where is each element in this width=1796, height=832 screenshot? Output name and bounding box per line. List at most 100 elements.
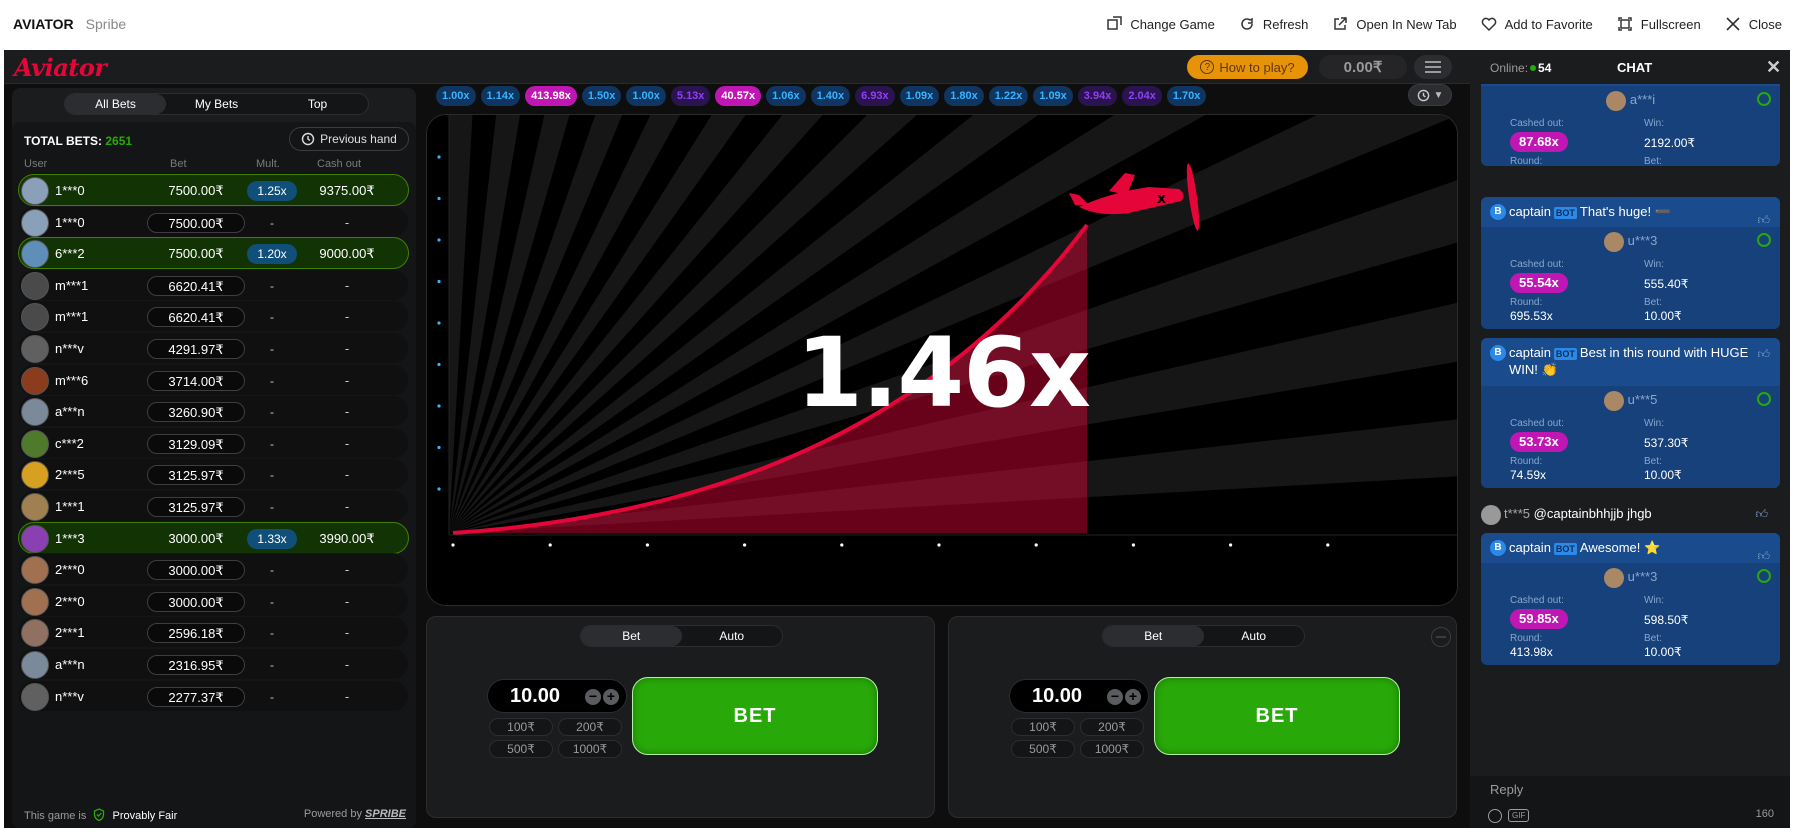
history-chip[interactable]: 6.93x — [855, 86, 895, 106]
bet-row: m***1 6620.41₹ - - — [18, 300, 409, 333]
action-open-in-new-tab[interactable]: Open In New Tab — [1332, 16, 1457, 32]
history-chip[interactable]: 1.09x — [899, 86, 940, 106]
svg-text:x: x — [1157, 191, 1166, 207]
history-chip[interactable]: 40.57x — [715, 86, 762, 106]
external-link-icon — [1334, 17, 1348, 30]
history-chip[interactable]: 2.04x — [1122, 86, 1162, 106]
quick-amount-200[interactable]: 200₹ — [558, 718, 622, 736]
col-user: User — [24, 158, 48, 170]
history-chip[interactable]: 5.13x — [670, 86, 711, 106]
tab-all-bets[interactable]: All Bets — [65, 94, 166, 114]
action-close[interactable]: Close — [1725, 16, 1782, 32]
bet-button[interactable]: BET — [632, 677, 878, 755]
win-user: u***3 — [1481, 227, 1780, 255]
history-chip[interactable]: 1.40x — [810, 86, 851, 106]
reply-input[interactable]: Reply — [1490, 782, 1523, 797]
bet-user: 1***0 — [55, 183, 85, 198]
history-chip[interactable]: 1.80x — [944, 86, 984, 106]
bet-amount: 3714.00₹ — [147, 370, 245, 391]
previous-hand-label: Previous hand — [320, 132, 397, 146]
win-user-name: a***i — [1629, 92, 1656, 107]
win-user-name: u***3 — [1627, 569, 1658, 584]
decrease-button[interactable]: − — [585, 689, 601, 705]
history-chip[interactable]: 1.14x — [480, 86, 521, 106]
action-fullscreen[interactable]: Fullscreen — [1617, 16, 1701, 32]
close-chat-icon[interactable]: ✕ — [1766, 57, 1781, 78]
quick-amount-100[interactable]: 100₹ — [489, 718, 553, 736]
bet-cashout: - — [344, 562, 350, 578]
increase-button[interactable]: + — [1125, 689, 1141, 705]
action-label: Open In New Tab — [1356, 16, 1457, 32]
bets-list: TOTAL BETS: 2651 Previous hand User Bet … — [12, 122, 416, 828]
history-chip[interactable]: 1.09x — [1033, 86, 1073, 106]
bet-row: n***v 4291.97₹ - - — [18, 332, 409, 364]
question-icon: ? — [1200, 60, 1215, 74]
bet-cashout: - — [344, 214, 350, 230]
tab-my-bets[interactable]: My Bets — [166, 94, 267, 114]
like-icon[interactable]: 👍︎ — [1757, 346, 1770, 363]
avatar — [21, 208, 49, 237]
chat-message-header: Bcaptain BOT Awesome! ⭐ 👍︎ — [1481, 533, 1780, 563]
history-chip[interactable]: 3.94x — [1077, 86, 1118, 106]
history-chip[interactable]: 1.06x — [766, 86, 806, 106]
history-chip[interactable]: 413.98x — [525, 86, 577, 106]
bet-row: 1***3 3000.00₹ 1.33x 3990.00₹ — [18, 521, 409, 554]
previous-hand-button[interactable]: Previous hand — [289, 127, 409, 151]
tab-auto[interactable]: Auto — [1204, 626, 1305, 646]
bet-cashout: - — [344, 404, 350, 420]
chat-user: t***5 — [1504, 506, 1531, 521]
action-refresh[interactable]: Refresh — [1239, 16, 1308, 32]
powered-by-label: Powered by — [303, 808, 362, 820]
quick-amount-100[interactable]: 100₹ — [1011, 718, 1075, 736]
provably-fair-link[interactable]: Provably Fair — [112, 810, 177, 822]
quick-amount-500[interactable]: 500₹ — [1011, 740, 1075, 758]
tab-top[interactable]: Top — [267, 94, 368, 114]
history-chip[interactable]: 1.50x — [581, 86, 622, 106]
tab-bet[interactable]: Bet — [581, 626, 682, 646]
menu-button[interactable] — [1414, 55, 1452, 79]
action-add-to-favorite[interactable]: Add to Favorite — [1481, 16, 1593, 32]
tab-bet[interactable]: Bet — [1103, 626, 1204, 646]
bet-amount-input[interactable]: 10.00 − + — [1009, 679, 1149, 713]
gif-button[interactable]: GIF — [1508, 809, 1530, 822]
avatar — [1481, 504, 1501, 525]
bet-row: 1***0 7500.00₹ 1.25x 9375.00₹ — [18, 174, 409, 206]
bet-amount-input[interactable]: 10.00 − + — [487, 679, 627, 713]
bet-user: n***v — [55, 341, 84, 356]
how-to-play-label: How to play? — [1219, 59, 1295, 75]
bet-user: m***1 — [55, 277, 89, 293]
history-chip[interactable]: 1.22x — [988, 86, 1029, 106]
win-value: 2192.00₹ — [1644, 136, 1696, 150]
bet-value: 10.00₹ — [1644, 468, 1682, 482]
emoji-icon[interactable] — [1488, 809, 1502, 823]
history-chip[interactable]: 1.00x — [626, 86, 666, 106]
quick-amount-1000[interactable]: 1000₹ — [558, 740, 622, 758]
chat-message-header: Bcaptain BOT Best in this round with HUGE … — [1481, 338, 1780, 386]
bet-amount: 2316.95₹ — [147, 655, 245, 675]
history-chip[interactable]: 1.00x — [436, 86, 476, 106]
bet-user: 2***1 — [55, 625, 85, 641]
remove-panel-button[interactable] — [1431, 627, 1451, 647]
history-chip[interactable]: 1.70x — [1166, 86, 1207, 106]
quick-amount-200[interactable]: 200₹ — [1080, 718, 1144, 736]
quick-amount-500[interactable]: 500₹ — [489, 740, 553, 758]
bet-cashout: 9375.00₹ — [319, 183, 375, 198]
game-header: Aviator ? How to play? 0.00₹ — [4, 50, 1470, 84]
bet-label: Bet: — [1644, 633, 1662, 644]
how-to-play-button[interactable]: ? How to play? — [1187, 55, 1308, 79]
game-frame: Aviator ? How to play? 0.00₹ All Bets My… — [4, 50, 1790, 828]
action-change-game[interactable]: Change Game — [1106, 16, 1215, 32]
avatar — [21, 303, 49, 332]
quick-amount-1000[interactable]: 1000₹ — [1080, 740, 1144, 758]
action-label: Close — [1748, 16, 1782, 32]
bet-button[interactable]: BET — [1154, 677, 1400, 755]
like-icon[interactable]: 👍︎ — [1755, 499, 1768, 529]
history-icon — [301, 132, 315, 146]
tab-auto[interactable]: Auto — [682, 626, 783, 646]
bet-user: 6***2 — [55, 246, 85, 262]
decrease-button[interactable]: − — [1107, 689, 1123, 705]
bet-multiplier: - — [270, 563, 274, 578]
increase-button[interactable]: + — [603, 689, 619, 705]
history-toggle-button[interactable]: ▼ — [1408, 84, 1452, 106]
game-stage: x 1.46x — [426, 114, 1458, 606]
